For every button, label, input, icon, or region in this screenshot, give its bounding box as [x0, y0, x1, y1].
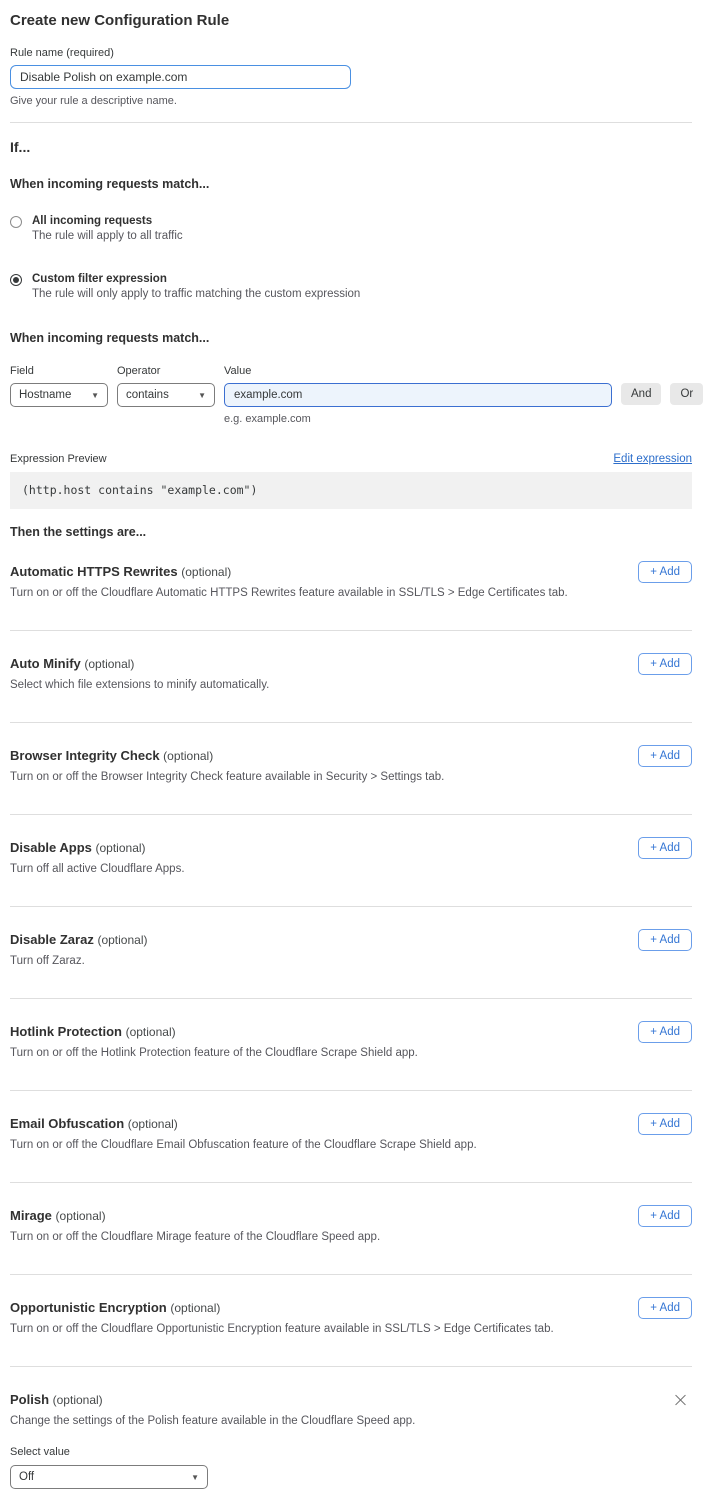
chevron-down-icon: ▼ — [191, 1473, 199, 1482]
page-title: Create new Configuration Rule — [10, 12, 692, 29]
settings-list: Automatic HTTPS Rewrites (optional) Turn… — [10, 539, 692, 1367]
setting-optional-label: (optional) — [84, 657, 134, 671]
then-settings-heading: Then the settings are... — [10, 525, 692, 539]
value-label: Value — [224, 365, 612, 377]
rule-name-input[interactable] — [10, 65, 351, 89]
setting-title: Mirage — [10, 1208, 52, 1223]
radio-description: The rule will only apply to traffic matc… — [32, 288, 360, 300]
setting-description: Turn off all active Cloudflare Apps. — [10, 863, 570, 875]
and-button[interactable]: And — [621, 383, 661, 405]
setting-title: Browser Integrity Check — [10, 748, 160, 763]
radio-description: The rule will apply to all traffic — [32, 230, 183, 242]
operator-label: Operator — [117, 365, 215, 377]
add-setting-button[interactable]: + Add — [638, 837, 692, 859]
field-label: Field — [10, 365, 108, 377]
setting-title: Disable Apps — [10, 840, 92, 855]
value-help: e.g. example.com — [224, 413, 612, 425]
radio-option-all-requests[interactable]: All incoming requests The rule will appl… — [10, 215, 692, 242]
setting-row: Auto Minify (optional) Select which file… — [10, 631, 692, 723]
add-setting-button[interactable]: + Add — [638, 745, 692, 767]
radio-label: Custom filter expression — [32, 273, 360, 285]
setting-row: Automatic HTTPS Rewrites (optional) Turn… — [10, 539, 692, 631]
expression-builder-heading: When incoming requests match... — [10, 331, 692, 345]
radio-label: All incoming requests — [32, 215, 183, 227]
expression-preview-header: Expression Preview Edit expression — [10, 453, 692, 465]
radio-button-icon[interactable] — [10, 216, 22, 228]
setting-description: Turn on or off the Cloudflare Automatic … — [10, 587, 570, 599]
setting-description: Turn on or off the Browser Integrity Che… — [10, 771, 570, 783]
operator-select[interactable]: contains ▼ — [117, 383, 215, 407]
field-select-value: Hostname — [19, 389, 71, 401]
setting-row: Opportunistic Encryption (optional) Turn… — [10, 1275, 692, 1367]
add-setting-button[interactable]: + Add — [638, 653, 692, 675]
setting-row: Email Obfuscation (optional) Turn on or … — [10, 1091, 692, 1183]
setting-description: Turn on or off the Cloudflare Email Obfu… — [10, 1139, 570, 1151]
polish-select-value: Off — [19, 1471, 34, 1483]
setting-description: Turn off Zaraz. — [10, 955, 570, 967]
if-heading: If... — [10, 139, 692, 155]
setting-optional-label: (optional) — [128, 1117, 178, 1131]
setting-title: Opportunistic Encryption — [10, 1300, 167, 1315]
setting-row: Disable Apps (optional) Turn off all act… — [10, 815, 692, 907]
setting-optional-label: (optional) — [53, 1393, 103, 1407]
setting-description: Change the settings of the Polish featur… — [10, 1415, 570, 1427]
add-setting-button[interactable]: + Add — [638, 1021, 692, 1043]
setting-row: Browser Integrity Check (optional) Turn … — [10, 723, 692, 815]
polish-select-label: Select value — [10, 1446, 692, 1458]
chevron-down-icon: ▼ — [198, 391, 206, 400]
setting-description: Select which file extensions to minify a… — [10, 679, 570, 691]
setting-title: Auto Minify — [10, 656, 81, 671]
setting-optional-label: (optional) — [96, 841, 146, 855]
expression-preview-code: (http.host contains "example.com") — [10, 472, 692, 509]
radio-option-custom-expression[interactable]: Custom filter expression The rule will o… — [10, 273, 692, 300]
expression-preview-label: Expression Preview — [10, 453, 107, 465]
setting-title: Polish — [10, 1392, 49, 1407]
value-input[interactable] — [224, 383, 612, 407]
setting-title: Automatic HTTPS Rewrites — [10, 564, 178, 579]
setting-optional-label: (optional) — [170, 1301, 220, 1315]
setting-row-polish: Polish (optional) Change the settings of… — [10, 1367, 692, 1489]
request-match-radio-group: All incoming requests The rule will appl… — [10, 215, 692, 300]
setting-description: Turn on or off the Cloudflare Opportunis… — [10, 1323, 570, 1335]
setting-title: Hotlink Protection — [10, 1024, 122, 1039]
setting-description: Turn on or off the Cloudflare Mirage fea… — [10, 1231, 570, 1243]
setting-optional-label: (optional) — [181, 565, 231, 579]
setting-description: Turn on or off the Hotlink Protection fe… — [10, 1047, 570, 1059]
setting-optional-label: (optional) — [56, 1209, 106, 1223]
add-setting-button[interactable]: + Add — [638, 1113, 692, 1135]
setting-row: Mirage (optional) Turn on or off the Clo… — [10, 1183, 692, 1275]
add-setting-button[interactable]: + Add — [638, 1297, 692, 1319]
expression-builder-row: Field Hostname ▼ Operator contains ▼ Val… — [10, 365, 692, 425]
rule-name-help: Give your rule a descriptive name. — [10, 95, 692, 107]
setting-row: Hotlink Protection (optional) Turn on or… — [10, 999, 692, 1091]
polish-value-select[interactable]: Off ▼ — [10, 1465, 208, 1489]
add-setting-button[interactable]: + Add — [638, 1205, 692, 1227]
setting-row: Disable Zaraz (optional) Turn off Zaraz.… — [10, 907, 692, 999]
setting-optional-label: (optional) — [126, 1025, 176, 1039]
setting-title: Email Obfuscation — [10, 1116, 124, 1131]
section-divider — [10, 122, 692, 123]
add-setting-button[interactable]: + Add — [638, 561, 692, 583]
rule-name-label: Rule name (required) — [10, 47, 692, 59]
setting-title: Disable Zaraz — [10, 932, 94, 947]
edit-expression-link[interactable]: Edit expression — [613, 453, 692, 465]
rule-name-section: Rule name (required) Give your rule a de… — [10, 47, 692, 107]
operator-select-value: contains — [126, 389, 169, 401]
or-button[interactable]: Or — [670, 383, 703, 405]
add-setting-button[interactable]: + Add — [638, 929, 692, 951]
radio-button-icon[interactable] — [10, 274, 22, 286]
chevron-down-icon: ▼ — [91, 391, 99, 400]
setting-optional-label: (optional) — [97, 933, 147, 947]
field-select[interactable]: Hostname ▼ — [10, 383, 108, 407]
incoming-match-heading: When incoming requests match... — [10, 177, 692, 191]
close-icon[interactable] — [675, 1394, 686, 1405]
setting-optional-label: (optional) — [163, 749, 213, 763]
